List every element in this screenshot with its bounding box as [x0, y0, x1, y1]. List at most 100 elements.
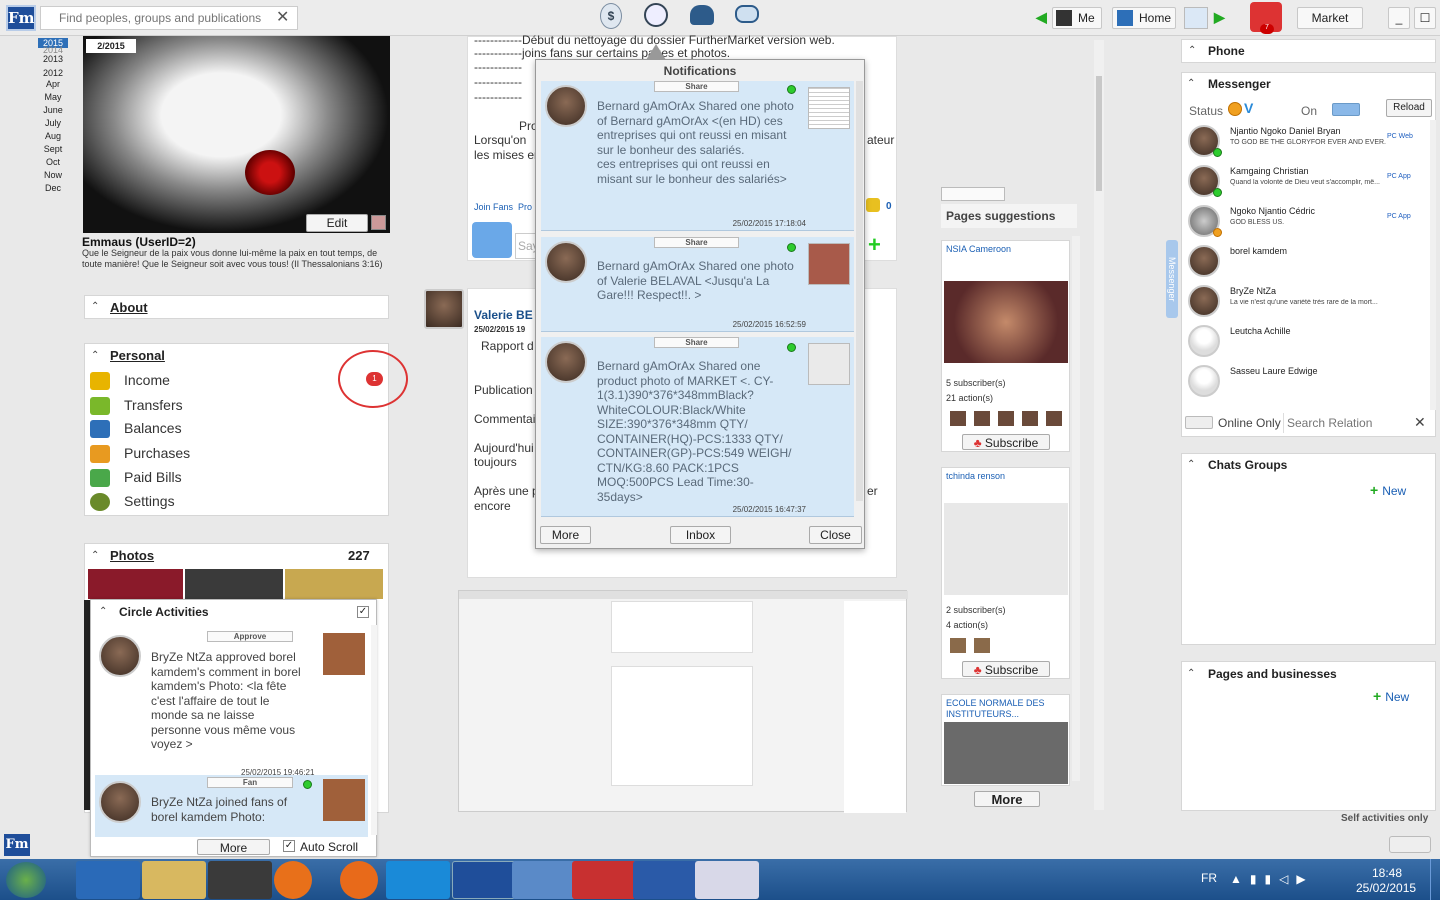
- scrollbar[interactable]: [371, 625, 377, 835]
- avatar[interactable]: [545, 241, 587, 283]
- page-name[interactable]: tchinda renson: [946, 471, 1005, 481]
- menu-income[interactable]: Income: [90, 370, 330, 392]
- word-icon[interactable]: [633, 861, 697, 899]
- tray-icons[interactable]: ▲▮▮◁▶: [1230, 872, 1340, 888]
- contact-row[interactable]: Sasseu Laure Edwige: [1184, 363, 1436, 403]
- search-clear-icon[interactable]: ✕: [276, 7, 289, 27]
- start-button[interactable]: [6, 862, 46, 898]
- photo-thumb[interactable]: [185, 569, 283, 599]
- notification-item[interactable]: Share Bernard gAmOrAx Shared one product…: [541, 337, 854, 517]
- refresh-icon[interactable]: [1184, 7, 1208, 29]
- maximize-button[interactable]: ☐: [1414, 7, 1436, 29]
- chat-icon[interactable]: [735, 5, 759, 23]
- page-cover-placeholder[interactable]: [944, 503, 1068, 595]
- page-suggestion-card[interactable]: ECOLE NORMALE DES INSTITUTEURS...: [941, 694, 1070, 786]
- firefox-icon[interactable]: [274, 861, 312, 899]
- ie-icon[interactable]: [76, 861, 140, 899]
- add-icon[interactable]: +: [868, 234, 881, 256]
- show-desktop-button[interactable]: [1430, 859, 1440, 900]
- clock-date[interactable]: 25/02/2015: [1356, 881, 1416, 895]
- contact-row[interactable]: Kamgaing Christian Quand la volonté de Di…: [1184, 163, 1436, 203]
- photo-thumb[interactable]: [88, 569, 183, 599]
- fm-bottom-logo[interactable]: Fm: [4, 834, 30, 856]
- month-july[interactable]: July: [38, 118, 68, 128]
- messenger-title[interactable]: Messenger: [1208, 77, 1271, 91]
- page-name[interactable]: NSIA Cameroon: [946, 244, 1011, 254]
- edit-profile-button[interactable]: Edit: [306, 214, 368, 232]
- like-icon[interactable]: [866, 198, 880, 212]
- subscribe-button[interactable]: ♣ Subscribe: [962, 661, 1050, 677]
- about-card[interactable]: ⌃ About: [84, 295, 389, 319]
- market-button[interactable]: Market: [1297, 7, 1363, 29]
- self-activities-toggle[interactable]: [1389, 836, 1431, 853]
- back-arrow-icon[interactable]: ◀: [1036, 9, 1047, 26]
- collapse-icon[interactable]: ⌃: [1187, 668, 1195, 679]
- month-aug[interactable]: Aug: [38, 131, 68, 141]
- notification-item[interactable]: Share Bernard gAmOrAx Shared one photo o…: [541, 81, 854, 231]
- suggestions-scrollbar[interactable]: [1072, 236, 1080, 781]
- notifications-more-button[interactable]: More: [540, 526, 591, 544]
- activity-item[interactable]: Approve BryZe NtZa approved borel kamdem…: [95, 625, 368, 777]
- skype-icon[interactable]: [386, 861, 450, 899]
- chevron-down-icon[interactable]: V: [1244, 100, 1253, 116]
- notification-thumb[interactable]: [808, 87, 850, 129]
- circle-more-button[interactable]: More: [197, 839, 270, 855]
- clock-time[interactable]: 18:48: [1372, 866, 1402, 880]
- page-suggestion-card[interactable]: tchinda renson 2 subscriber(s) 4 action(…: [941, 467, 1070, 679]
- collapse-icon[interactable]: ⌃: [99, 606, 107, 617]
- contact-row[interactable]: Ngoko Njantio Cédric GOD BLESS US. PC App: [1184, 203, 1436, 243]
- contact-row[interactable]: Leutcha Achille: [1184, 323, 1436, 363]
- messenger-side-tab[interactable]: Messenger: [1166, 240, 1178, 318]
- phone-card[interactable]: ⌃ Phone: [1181, 39, 1436, 63]
- app-icon[interactable]: [208, 861, 272, 899]
- personal-title[interactable]: Personal: [110, 348, 165, 363]
- collapse-icon[interactable]: ⌃: [91, 550, 99, 561]
- notifications-inbox-button[interactable]: Inbox: [670, 526, 731, 544]
- fm-logo[interactable]: Fm: [6, 5, 36, 31]
- suggestions-more-button[interactable]: More: [974, 791, 1040, 807]
- subscribe-button[interactable]: ♣ Subscribe: [962, 434, 1050, 450]
- post-author[interactable]: Valerie BE: [474, 308, 533, 322]
- menu-balances[interactable]: Balances: [90, 418, 330, 440]
- collapse-icon[interactable]: ⌃: [1187, 459, 1195, 470]
- collapse-icon[interactable]: ⌃: [1188, 45, 1196, 56]
- notifications-scrollbar[interactable]: [856, 81, 863, 501]
- avatar[interactable]: [424, 289, 464, 329]
- auto-scroll-checkbox[interactable]: ✓: [283, 840, 295, 852]
- media-icon[interactable]: [340, 861, 378, 899]
- contact-row[interactable]: Njantio Ngoko Daniel Bryan TO GOD BE THE …: [1184, 123, 1436, 163]
- contact-row[interactable]: borel kamdem: [1184, 243, 1436, 283]
- language-indicator[interactable]: FR: [1201, 871, 1217, 885]
- menu-paid-bills[interactable]: Paid Bills: [90, 467, 330, 489]
- page-suggestion-card[interactable]: NSIA Cameroon 5 subscriber(s) 21 action(…: [941, 240, 1070, 452]
- online-toggle[interactable]: [1332, 103, 1360, 116]
- notification-badge[interactable]: 1: [366, 372, 383, 386]
- menu-transfers[interactable]: Transfers: [90, 395, 330, 417]
- page-cover[interactable]: [944, 722, 1068, 784]
- activity-item[interactable]: Fan BryZe NtZa joined fans of borel kamd…: [95, 775, 368, 837]
- home-button[interactable]: Home: [1112, 7, 1176, 29]
- online-only-toggle[interactable]: [1185, 416, 1213, 429]
- circle-checkbox[interactable]: ✓: [357, 606, 369, 618]
- year-2013[interactable]: 2013: [38, 54, 68, 64]
- menu-settings[interactable]: Settings: [90, 491, 330, 513]
- menu-purchases[interactable]: Purchases: [90, 443, 330, 465]
- new-page-button[interactable]: + New: [1373, 688, 1409, 704]
- microphone-icon[interactable]: [472, 222, 512, 258]
- collapse-icon[interactable]: ⌃: [91, 301, 99, 312]
- month-apr[interactable]: Apr: [38, 79, 68, 89]
- join-fans-link[interactable]: Join Fans: [474, 202, 513, 212]
- avatar[interactable]: [99, 781, 141, 823]
- year-2012[interactable]: 2012: [38, 68, 68, 78]
- toolbox-icon[interactable]: [572, 861, 636, 899]
- month-sept[interactable]: Sept: [38, 144, 68, 154]
- collapse-icon[interactable]: ⌃: [91, 350, 99, 361]
- dollar-icon[interactable]: $: [600, 3, 622, 29]
- page-name[interactable]: ECOLE NORMALE DES INSTITUTEURS...: [946, 698, 1066, 720]
- notifications-close-button[interactable]: Close: [809, 526, 862, 544]
- month-dec[interactable]: Dec: [38, 183, 68, 193]
- edit-picture-icon[interactable]: [371, 215, 386, 230]
- month-may[interactable]: May: [38, 92, 68, 102]
- minimize-button[interactable]: _: [1388, 7, 1410, 29]
- phone-title[interactable]: Phone: [1208, 44, 1245, 58]
